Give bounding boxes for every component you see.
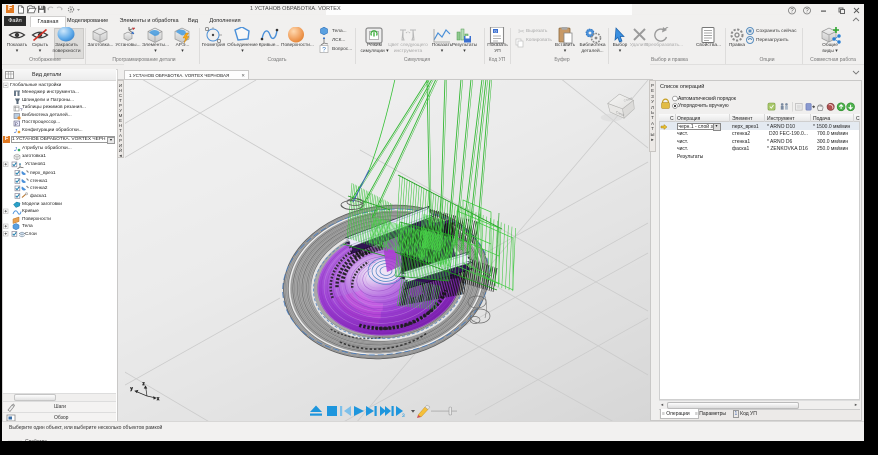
- svg-text:?: ?: [322, 47, 326, 54]
- svg-text:z: z: [143, 381, 145, 386]
- svg-text:x: x: [157, 396, 160, 401]
- svg-text:J: J: [13, 147, 17, 153]
- svg-text:J: J: [13, 129, 17, 135]
- svg-text:y: y: [131, 386, 134, 391]
- svg-text:ɜ: ɜ: [402, 413, 405, 419]
- svg-text:G: G: [494, 28, 497, 33]
- svg-text:✂: ✂: [518, 27, 525, 36]
- svg-text:P: P: [15, 121, 18, 126]
